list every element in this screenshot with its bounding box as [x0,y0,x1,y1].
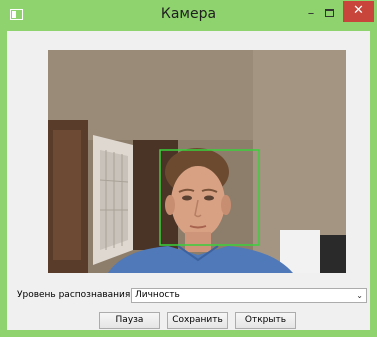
camera-view [48,50,346,273]
maximize-button[interactable] [320,6,340,22]
maximize-icon [325,9,334,17]
open-button[interactable]: Открыть [235,312,296,329]
camera-window: Камера – ✕ Уровень распознавания: Личнос… [0,0,377,337]
client-area: Уровень распознавания: Личность ⌄ Пауза … [7,31,370,330]
save-button[interactable]: Сохранить [167,312,228,329]
camera-frame-image [48,50,346,273]
recognition-level-select[interactable]: Личность ⌄ [131,288,367,303]
chevron-down-icon: ⌄ [356,291,363,300]
recognition-level-value: Личность [135,290,180,300]
recognition-level-label: Уровень распознавания: [17,290,134,300]
titlebar[interactable]: Камера – ✕ [0,0,377,31]
close-button[interactable]: ✕ [343,1,374,22]
pause-button[interactable]: Пауза [99,312,160,329]
